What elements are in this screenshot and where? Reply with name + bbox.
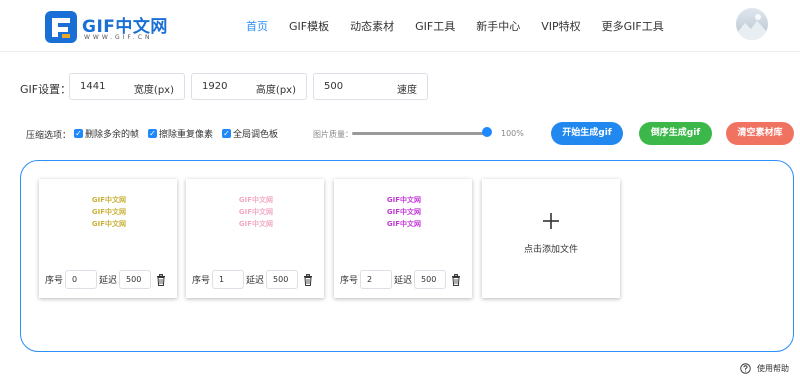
gif-logo-icon (45, 11, 77, 43)
preview-text: GIF中文网 (386, 196, 422, 204)
nav-animated-assets[interactable]: 动态素材 (350, 18, 394, 34)
plus-icon (543, 213, 559, 229)
height-unit: 高度(px) (255, 85, 296, 96)
delay-label: 延迟 (246, 276, 265, 286)
compression-label: 压缩选项： (26, 131, 72, 141)
quality-label: 图片质量： (313, 130, 353, 139)
seq-input[interactable]: 1 (212, 270, 245, 289)
preview-text: GIF中文网 (386, 208, 422, 216)
top-header: GIF中文网 WWW.GIF.CN 首页 GIF模板 动态素材 GIF工具 新手… (0, 0, 800, 52)
add-file-label: 点击添加文件 (523, 245, 578, 255)
preview-text: GIF中文网 (386, 220, 422, 228)
main-nav: 首页 GIF模板 动态素材 GIF工具 新手中心 VIP特权 更多GIF工具 (246, 0, 685, 52)
nav-home[interactable]: 首页 (246, 18, 268, 34)
checkbox-label: 全局调色板 (233, 130, 279, 140)
height-value: 1920 (202, 81, 228, 92)
site-logo[interactable]: GIF中文网 WWW.GIF.CN (44, 10, 174, 44)
frame-card[interactable]: GIF中文网 GIF中文网 GIF中文网 序号 0 延迟 500 (39, 179, 177, 298)
frame-workspace[interactable]: GIF中文网 GIF中文网 GIF中文网 序号 0 延迟 500 GIF中文网 … (20, 160, 794, 352)
width-field[interactable]: 1441 宽度(px) (69, 73, 185, 100)
preview-text: GIF中文网 (238, 220, 274, 228)
delay-label: 延迟 (99, 276, 118, 286)
frame-controls: 序号 2 延迟 500 (340, 269, 461, 290)
frame-controls: 序号 0 延迟 500 (45, 269, 166, 290)
nav-gif-templates[interactable]: GIF模板 (289, 18, 329, 34)
speed-field[interactable]: 500 速度 (313, 73, 428, 100)
frame-card[interactable]: GIF中文网 GIF中文网 GIF中文网 序号 2 延迟 500 (334, 179, 472, 298)
settings-label: GIF设置： (20, 83, 72, 96)
gif-settings: GIF设置： 1441 宽度(px) 1920 高度(px) 500 速度 (20, 73, 780, 101)
checkbox-label: 擦除重复像素 (159, 130, 214, 140)
quality-slider-handle[interactable] (482, 127, 492, 137)
generate-gif-button[interactable]: 开始生成gif (551, 122, 623, 145)
help-label: 使用帮助 (757, 364, 789, 373)
quality-value: 100% (501, 129, 524, 138)
trash-icon[interactable] (303, 273, 313, 286)
nav-beginner-center[interactable]: 新手中心 (476, 18, 520, 34)
delay-input[interactable]: 500 (414, 270, 447, 289)
checkbox-check-icon: ✓ (74, 129, 83, 138)
preview-text: GIF中文网 (91, 208, 127, 216)
frame-preview: GIF中文网 GIF中文网 GIF中文网 (39, 179, 177, 261)
trash-icon[interactable] (156, 273, 166, 286)
preview-text: GIF中文网 (91, 196, 127, 204)
checkbox-check-icon: ✓ (148, 129, 157, 138)
clear-assets-button[interactable]: 清空素材库 (726, 122, 794, 145)
checkbox-remove-frames[interactable]: ✓ 删除多余的帧 (74, 127, 139, 140)
avatar[interactable] (736, 8, 768, 40)
seq-label: 序号 (340, 276, 359, 286)
seq-input[interactable]: 0 (65, 270, 98, 289)
compression-options: 压缩选项： ✓ 删除多余的帧 ✓ 擦除重复像素 ✓ 全局调色板 图片质量： 10… (26, 122, 796, 146)
add-file-card[interactable]: 点击添加文件 (482, 179, 620, 298)
preview-text: GIF中文网 (238, 208, 274, 216)
checkbox-global-palette[interactable]: ✓ 全局调色板 (222, 127, 278, 140)
checkbox-erase-pixels[interactable]: ✓ 擦除重复像素 (148, 127, 213, 140)
help-link[interactable]: 使用帮助 (740, 363, 789, 374)
width-unit: 宽度(px) (133, 85, 174, 96)
reverse-gif-button[interactable]: 倒序生成gif (639, 122, 712, 145)
checkbox-label: 删除多余的帧 (85, 130, 140, 140)
quality-slider-track[interactable] (352, 132, 488, 135)
height-field[interactable]: 1920 高度(px) (191, 73, 307, 100)
seq-label: 序号 (45, 276, 64, 286)
nav-vip[interactable]: VIP特权 (541, 18, 580, 34)
avatar-landscape-icon (736, 14, 768, 40)
frame-controls: 序号 1 延迟 500 (192, 269, 313, 290)
seq-input[interactable]: 2 (360, 270, 393, 289)
delay-input[interactable]: 500 (266, 270, 299, 289)
frame-preview: GIF中文网 GIF中文网 GIF中文网 (186, 179, 324, 261)
frame-preview: GIF中文网 GIF中文网 GIF中文网 (334, 179, 472, 261)
nav-more-tools[interactable]: 更多GIF工具 (602, 18, 664, 34)
preview-text: GIF中文网 (238, 196, 274, 204)
preview-text: GIF中文网 (91, 220, 127, 228)
width-value: 1441 (80, 81, 106, 92)
trash-icon[interactable] (451, 273, 461, 286)
frame-card[interactable]: GIF中文网 GIF中文网 GIF中文网 序号 1 延迟 500 (186, 179, 324, 298)
delay-label: 延迟 (394, 276, 413, 286)
logo-subtext: WWW.GIF.CN (84, 34, 153, 41)
nav-gif-tools[interactable]: GIF工具 (415, 18, 455, 34)
speed-unit: 速度 (397, 85, 417, 96)
speed-value: 500 (324, 81, 344, 92)
seq-label: 序号 (192, 276, 211, 286)
help-question-icon (740, 363, 751, 374)
checkbox-check-icon: ✓ (222, 129, 231, 138)
delay-input[interactable]: 500 (119, 270, 152, 289)
